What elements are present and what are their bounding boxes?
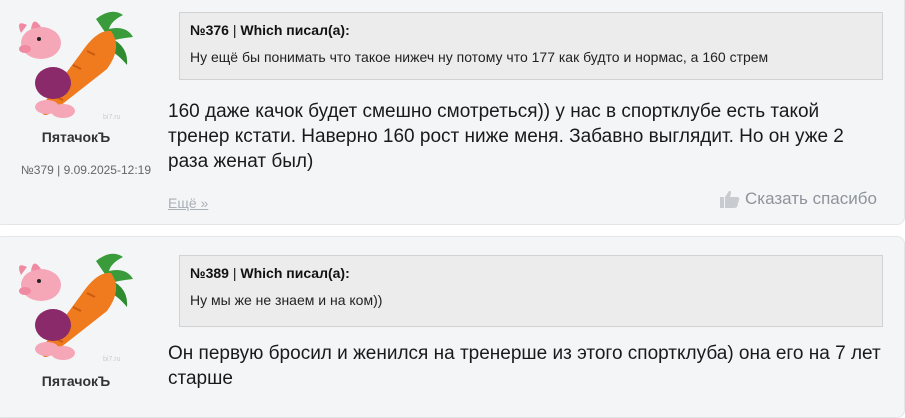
- quote-separator: |: [228, 265, 241, 281]
- avatar[interactable]: bi7.ru: [11, 7, 136, 127]
- author-name[interactable]: ПятачокЪ: [1, 129, 151, 145]
- quote-text: Ну ещё бы понимать что такое нижеч ну по…: [190, 49, 769, 65]
- quote-separator: |: [228, 22, 241, 38]
- post-389: bi7.ru ПятачокЪ №389 | Which писал(а): Н…: [0, 236, 905, 418]
- svg-text:bi7.ru: bi7.ru: [103, 356, 121, 363]
- quote-block: №389 | Which писал(а): Ну мы же не знаем…: [179, 255, 883, 327]
- quote-post-number[interactable]: №376: [190, 22, 229, 38]
- svg-text:bi7.ru: bi7.ru: [103, 114, 121, 121]
- author-name[interactable]: ПятачокЪ: [1, 373, 151, 389]
- quote-post-number[interactable]: №389: [190, 265, 229, 281]
- quote-text: Ну мы же не знаем и на ком)): [190, 292, 383, 308]
- thanks-button[interactable]: Сказать спасибо: [720, 189, 877, 209]
- thanks-label: Сказать спасибо: [745, 189, 877, 208]
- quote-author: Which писал(а):: [240, 22, 350, 38]
- quote-block: №376 | Which писал(а): Ну ещё бы понимат…: [179, 12, 883, 80]
- post-body: 160 даже качок будет смешно смотреться))…: [168, 101, 844, 172]
- post-number-date: №379 | 9.09.2025-12:19: [20, 163, 151, 177]
- post-379: bi7.ru ПятачокЪ №379 | 9.09.2025-12:19 №…: [0, 0, 905, 225]
- thumbs-up-icon: [720, 190, 740, 208]
- quote-author: Which писал(а):: [240, 265, 350, 281]
- quote-header: №389 | Which писал(а):: [190, 265, 872, 281]
- more-link[interactable]: Ещё »: [168, 195, 208, 211]
- avatar[interactable]: bi7.ru: [11, 249, 136, 369]
- post-body: Он первую бросил и женился на тренерше и…: [168, 343, 881, 389]
- quote-header: №376 | Which писал(а):: [190, 22, 872, 38]
